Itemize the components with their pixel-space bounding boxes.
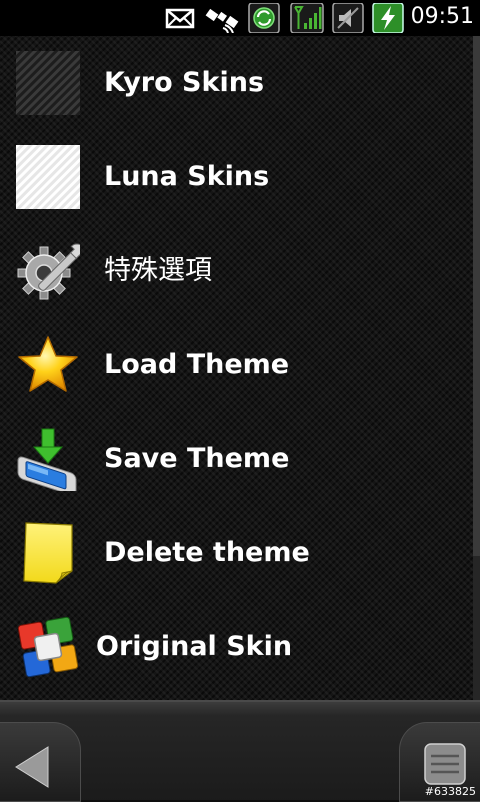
- menu-item-special-options[interactable]: 特殊選項: [0, 224, 472, 318]
- gear-wrench-icon: [17, 243, 80, 300]
- menu-item-label: Load Theme: [104, 349, 290, 380]
- menu-item-label: Delete theme: [104, 537, 310, 568]
- sync-icon: [248, 3, 280, 33]
- menu-item-label: Kyro Skins: [104, 67, 265, 98]
- download-device-icon: [17, 428, 77, 491]
- menu-item-label: 特殊選項: [104, 255, 212, 286]
- menu-list-icon: [424, 743, 466, 785]
- menu-item-kyro-skins[interactable]: Kyro Skins: [0, 36, 472, 130]
- status-time: 09:51: [410, 4, 474, 29]
- menu-item-save-theme[interactable]: Save Theme: [0, 412, 472, 506]
- menu-item-label: Luna Skins: [104, 161, 270, 192]
- menu-item-load-theme[interactable]: Load Theme: [0, 318, 472, 412]
- back-arrow-icon: [15, 746, 49, 788]
- menu-item-label: Save Theme: [104, 443, 290, 474]
- satellite-icon: [205, 8, 239, 33]
- scrollbar[interactable]: [473, 36, 480, 700]
- menu-item-delete-theme[interactable]: Delete theme: [0, 506, 472, 600]
- bottom-bar: #633825: [0, 700, 480, 802]
- sticky-note-icon: [23, 522, 73, 584]
- watermark: #633825: [424, 785, 476, 798]
- menu-item-original-skin[interactable]: Original Skin: [0, 600, 472, 694]
- windows-logo-icon: [17, 616, 79, 678]
- menu-item-luna-skins[interactable]: Luna Skins: [0, 130, 472, 224]
- menu-list: Kyro Skins Luna Skins 特殊選項 Load Theme Sa…: [0, 36, 480, 700]
- star-icon: [18, 336, 78, 392]
- white-swatch-icon: [16, 145, 80, 209]
- carbon-swatch-icon: [16, 51, 80, 115]
- mail-icon: [165, 8, 195, 29]
- signal-icon: [290, 3, 324, 33]
- volume-icon: [332, 3, 364, 33]
- back-button[interactable]: [0, 722, 81, 802]
- menu-item-label: Original Skin: [96, 631, 293, 662]
- status-bar: 09:51: [0, 0, 480, 36]
- battery-charging-icon: [372, 3, 404, 33]
- scrollbar-thumb[interactable]: [473, 36, 480, 556]
